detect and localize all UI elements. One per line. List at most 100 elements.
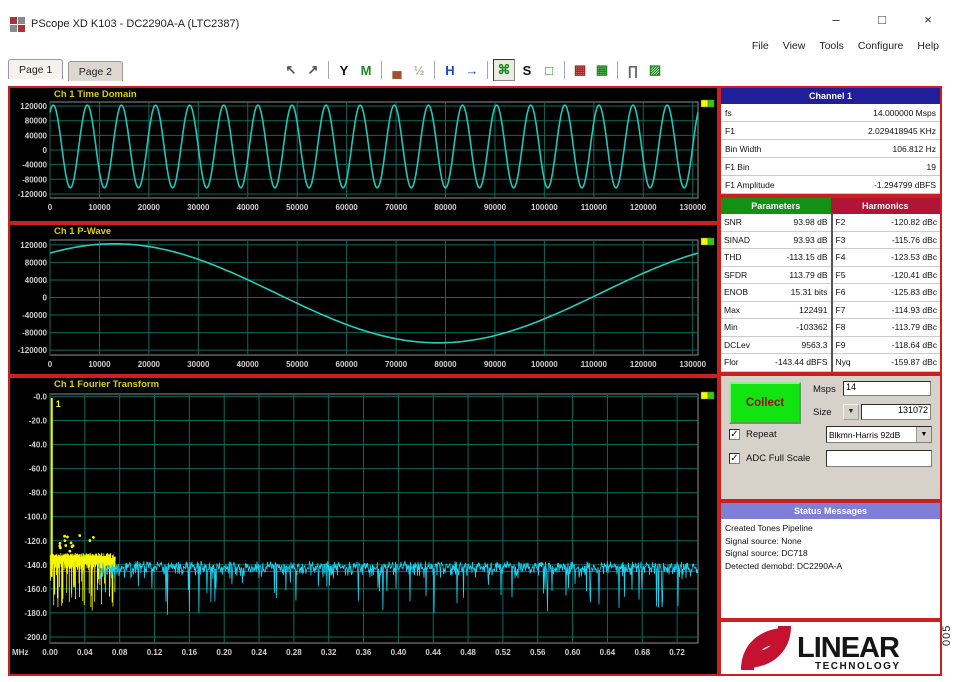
parameter-row-label: Flor [724, 357, 739, 368]
adc-full-scale-input[interactable] [826, 450, 932, 467]
svg-text:120000: 120000 [630, 360, 657, 369]
compare-green-icon[interactable]: ▦ [592, 60, 612, 80]
menu-item-help[interactable]: Help [917, 40, 939, 52]
parameter-row: THD -113.15 dB [721, 249, 831, 267]
menu-item-configure[interactable]: Configure [858, 40, 904, 52]
parameter-row-label: THD [724, 252, 742, 263]
menu-item-file[interactable]: File [752, 40, 769, 52]
size-label: Size [813, 407, 832, 418]
channel-row-value: 2.029418945 KHz [867, 125, 936, 136]
channel-row-label: fs [725, 107, 732, 118]
tab-page-1[interactable]: Page 1 [8, 59, 64, 79]
svg-text:0.00: 0.00 [42, 648, 58, 657]
window-shape-icon[interactable]: □ [539, 60, 559, 80]
time-domain-plot-title: Ch 1 Time Domain [54, 89, 137, 100]
y-scale-icon[interactable]: Y [334, 60, 354, 80]
zoom-arrow-icon[interactable]: ↗ [303, 60, 323, 80]
tone-icon[interactable]: S [517, 60, 537, 80]
close-icon[interactable]: × [919, 12, 937, 27]
linear-technology-logo: LINEAR TECHNOLOGY [740, 626, 901, 672]
minimize-icon[interactable]: – [827, 12, 845, 27]
svg-text:0.48: 0.48 [460, 648, 476, 657]
parameter-row-value: -143.44 dBFS [775, 357, 828, 368]
tab-page-2[interactable]: Page 2 [67, 61, 124, 81]
harmonic-row-value: -120.82 dBc [891, 217, 937, 228]
size-dropdown-icon[interactable]: ▼ [843, 404, 859, 420]
svg-text:-100.0: -100.0 [24, 513, 47, 522]
collect-button[interactable]: Collect [729, 382, 801, 424]
figure-number: 005 [941, 624, 953, 646]
svg-text:-80000: -80000 [22, 175, 47, 184]
parameter-row: Flor -143.44 dBFS [721, 354, 831, 372]
toolbar-separator [328, 61, 329, 79]
pwave-chart[interactable]: 0 10000 20000 30000 40000 50000 60000 70000 8000… [10, 236, 717, 374]
svg-text:-120.0: -120.0 [24, 537, 47, 546]
svg-text:50000: 50000 [286, 203, 309, 212]
harmonic-row-value: -118.64 dBc [891, 339, 937, 350]
harmonic-row-label: F3 [835, 234, 846, 245]
svg-text:40000: 40000 [237, 360, 260, 369]
logo-panel: LINEAR TECHNOLOGY [719, 620, 942, 676]
svg-text:-0.0: -0.0 [33, 392, 47, 401]
svg-text:0: 0 [43, 146, 48, 155]
parameter-row-label: SNR [724, 217, 742, 228]
fourier-chart[interactable]: 0.00 0.04 0.08 0.12 0.16 0.20 0.24 0.28 0.32 0.36… [10, 389, 717, 674]
signal-chain-icon[interactable]: ⌘ [493, 59, 515, 81]
adc-full-scale-label: ADC Full Scale [746, 453, 811, 464]
channel-row: fs 14.000000 Msps [721, 104, 940, 122]
harmonic-row-label: Nyq [835, 357, 851, 368]
parameter-row: SFDR 113.79 dB [721, 266, 831, 284]
export-image-icon[interactable]: ▨ [645, 60, 665, 80]
repeat-label: Repeat [746, 429, 777, 440]
harmonic-row-value: -159.87 dBc [891, 357, 937, 368]
svg-text:100000: 100000 [531, 203, 558, 212]
svg-text:0.72: 0.72 [669, 648, 685, 657]
channel-row-label: Bin Width [725, 143, 762, 154]
svg-text:-200.0: -200.0 [24, 633, 47, 642]
svg-text:-80000: -80000 [22, 329, 47, 338]
svg-text:50000: 50000 [286, 360, 309, 369]
maximize-icon[interactable]: □ [873, 12, 891, 27]
svg-text:30000: 30000 [187, 360, 210, 369]
svg-text:0.04: 0.04 [77, 648, 93, 657]
channel-row-value: -1.294799 dBFS [874, 179, 936, 190]
svg-text:130000: 130000 [679, 360, 706, 369]
channel-info-panel: Channel 1 fs 14.000000 Msps F1 2.029418945 … [719, 86, 942, 196]
svg-text:120000: 120000 [20, 102, 47, 111]
svg-text:0.44: 0.44 [425, 648, 441, 657]
histogram-icon[interactable]: ▄ [387, 60, 407, 80]
repeat-checkbox[interactable]: ✓ [729, 429, 740, 440]
measure-icon[interactable]: M [356, 60, 376, 80]
parameter-row: SINAD 93.93 dB [721, 231, 831, 249]
window-select-value: Blkmn-Harris 92dB [829, 429, 901, 440]
harmonics-header: Harmonics [830, 198, 940, 214]
msps-input[interactable]: 14 [843, 381, 931, 396]
menu-item-tools[interactable]: Tools [819, 40, 844, 52]
parameter-row-value: 15.31 bits [790, 287, 828, 298]
svg-text:80000: 80000 [434, 360, 457, 369]
pulse-icon[interactable]: ∏ [623, 60, 643, 80]
time-domain-chart[interactable]: 0 10000 20000 30000 40000 50000 60000 70000 8000… [10, 99, 717, 221]
channel-row-value: 106.812 Hz [892, 143, 936, 154]
parameter-row-label: SINAD [724, 234, 750, 245]
size-input[interactable]: 131072 [861, 404, 931, 420]
harmonic-row-label: F6 [835, 287, 846, 298]
window-select[interactable]: Blkmn-Harris 92dB ▼ [826, 426, 932, 443]
svg-text:0.52: 0.52 [495, 648, 511, 657]
compare-red-icon[interactable]: ▦ [570, 60, 590, 80]
zoom-cursor-icon[interactable]: ↖ [281, 60, 301, 80]
harmonic-row-label: F2 [835, 217, 846, 228]
window-title: PScope XD K103 - DC2290A-A (LTC2387) [31, 18, 240, 30]
svg-text:0.12: 0.12 [147, 648, 163, 657]
menu-item-view[interactable]: View [783, 40, 806, 52]
svg-text:70000: 70000 [385, 360, 408, 369]
harmonic-row-value: -115.76 dBc [891, 234, 937, 245]
continuous-collect-icon[interactable]: → [462, 60, 482, 80]
harmonic-row-value: -113.79 dBc [891, 322, 937, 333]
window-select-arrow-icon[interactable]: ▼ [916, 427, 931, 442]
averaging-icon[interactable]: H [440, 60, 460, 80]
harmonics-column: F2 -120.82 dBc F3 -115.76 dBc F4 -123.53 dBc F… [830, 214, 940, 372]
adc-full-scale-checkbox[interactable]: ✓ [729, 453, 740, 464]
harmonic-row: F7 -114.93 dBc [832, 301, 940, 319]
svg-text:-180.0: -180.0 [24, 609, 47, 618]
